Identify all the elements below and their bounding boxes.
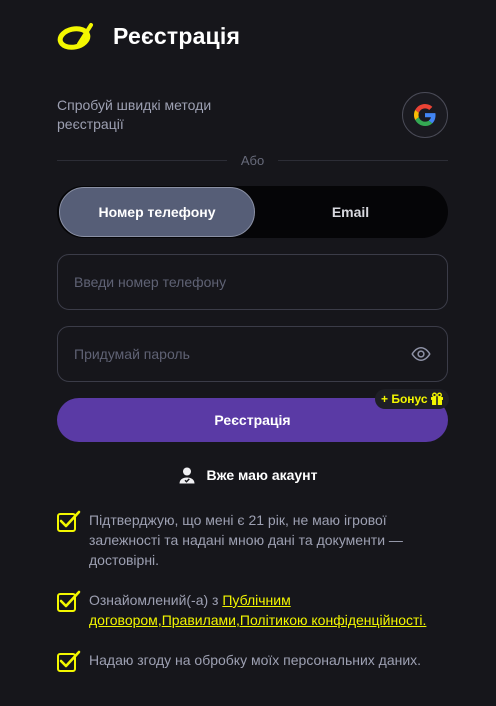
privacy-policy-link[interactable]: Політикою конфіденційності bbox=[240, 612, 423, 628]
password-field[interactable] bbox=[57, 326, 448, 382]
consent-personal-data: Надаю згоду на обробку моїх персональних… bbox=[57, 650, 457, 672]
brand-logo-icon[interactable] bbox=[57, 22, 95, 50]
have-account-link[interactable]: Вже маю акаунт bbox=[0, 466, 496, 484]
consent-age-text: Підтверджую, що мені є 21 рік, не маю іг… bbox=[89, 512, 403, 568]
tab-phone[interactable]: Номер телефону bbox=[59, 187, 255, 237]
gift-icon bbox=[430, 392, 443, 405]
have-account-label: Вже маю акаунт bbox=[206, 467, 318, 483]
terms-suffix: . bbox=[422, 612, 427, 628]
consent-terms: Ознайомлений(-а) з Публічним договором,П… bbox=[57, 590, 457, 630]
signup-method-tabs: Email Номер телефону bbox=[57, 186, 448, 238]
rules-link[interactable]: Правилами bbox=[162, 612, 236, 628]
consent-terms-text: Ознайомлений(-а) з Публічним договором,П… bbox=[89, 590, 454, 630]
eye-icon[interactable] bbox=[411, 344, 431, 364]
phone-field[interactable] bbox=[57, 254, 448, 310]
or-divider: Або bbox=[57, 152, 449, 168]
divider-label: Або bbox=[240, 152, 265, 168]
google-signup-button[interactable] bbox=[402, 92, 448, 138]
google-icon bbox=[414, 104, 436, 126]
consent-personal-text: Надаю згоду на обробку моїх персональних… bbox=[89, 652, 422, 668]
page-title: Реєстрація bbox=[113, 22, 241, 49]
page-header: Реєстрація bbox=[57, 22, 240, 50]
checkbox-age[interactable] bbox=[57, 510, 81, 532]
phone-input[interactable] bbox=[74, 274, 431, 290]
divider-line bbox=[57, 159, 227, 161]
bonus-badge: + Бонус bbox=[375, 389, 449, 409]
user-icon bbox=[179, 467, 195, 484]
checkbox-terms[interactable] bbox=[57, 590, 81, 612]
divider-line bbox=[278, 159, 449, 161]
bonus-label: + Бонус bbox=[381, 392, 428, 406]
password-input[interactable] bbox=[74, 346, 411, 362]
consent-age: Підтверджую, що мені є 21 рік, не маю іг… bbox=[57, 510, 457, 570]
quick-methods-text: Спробуй швидкі методи реєстрації bbox=[57, 97, 212, 132]
terms-prefix: Ознайомлений(-а) з bbox=[89, 592, 223, 608]
checkbox-personal-data[interactable] bbox=[57, 650, 81, 672]
tab-email[interactable]: Email bbox=[253, 186, 448, 238]
